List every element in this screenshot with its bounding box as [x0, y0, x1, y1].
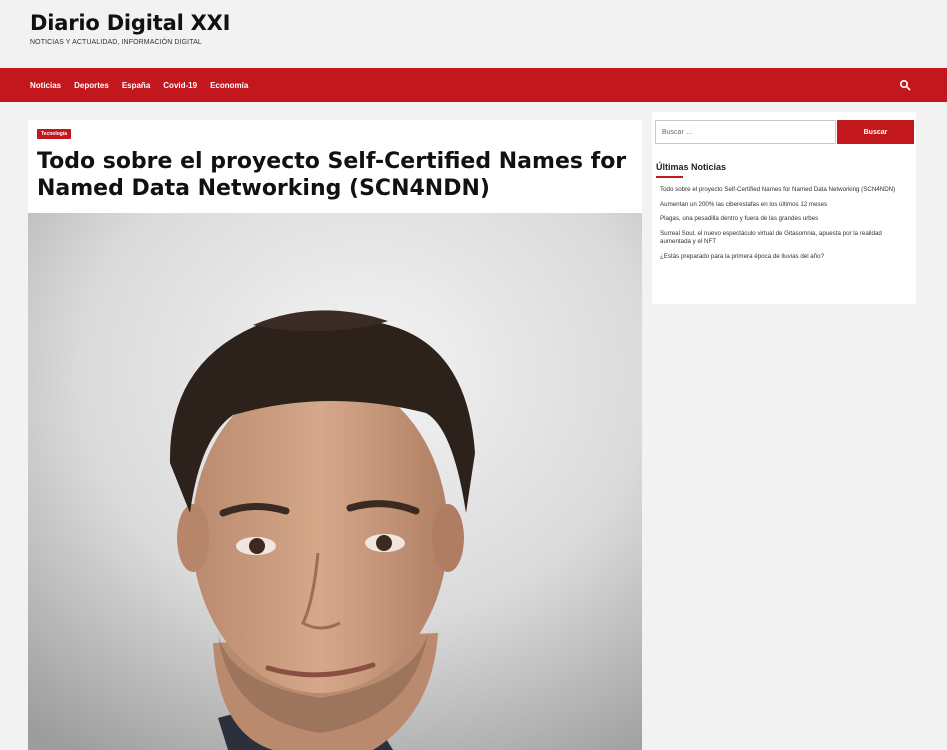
- search-button[interactable]: Buscar: [837, 120, 914, 144]
- article-title: Todo sobre el proyecto Self-Certified Na…: [37, 149, 627, 201]
- nav-item-deportes[interactable]: Deportes: [74, 81, 109, 90]
- search-icon[interactable]: [899, 79, 911, 91]
- sidebar: Buscar Últimas Noticias Todo sobre el pr…: [652, 112, 916, 304]
- main-navigation: Noticias Deportes España Covid-19 Econom…: [0, 68, 947, 102]
- article-header: Tecnología Todo sobre el proyecto Self-C…: [28, 120, 642, 213]
- recent-post-link[interactable]: Todo sobre el proyecto Self-Certified Na…: [660, 186, 905, 195]
- site-title[interactable]: Diario Digital XXI: [30, 11, 230, 35]
- widget-title-underline: [656, 176, 683, 178]
- search-input[interactable]: [655, 120, 836, 144]
- site-header: Diario Digital XXI NOTICIAS Y ACTUALIDAD…: [0, 0, 947, 68]
- nav-item-noticias[interactable]: Noticias: [30, 81, 61, 90]
- nav-item-espana[interactable]: España: [122, 81, 150, 90]
- recent-post-link[interactable]: Surreal Soul, el nuevo espectáculo virtu…: [660, 230, 905, 247]
- recent-post-link[interactable]: ¿Estás preparado para la primera época d…: [660, 253, 905, 262]
- recent-posts-list: Todo sobre el proyecto Self-Certified Na…: [660, 186, 905, 268]
- nav-item-economia[interactable]: Economía: [210, 81, 248, 90]
- article-featured-image: [28, 213, 642, 750]
- recent-posts-title: Últimas Noticias: [656, 162, 727, 172]
- category-badge[interactable]: Tecnología: [37, 129, 72, 139]
- portrait-photo: [28, 213, 642, 750]
- recent-post-link[interactable]: Plagas, una pesadilla dentro y fuera de …: [660, 215, 905, 224]
- recent-post-link[interactable]: Aumentan un 200% las ciberestafas en los…: [660, 201, 905, 210]
- site-tagline: NOTICIAS Y ACTUALIDAD, INFORMACIÓN DIGIT…: [30, 39, 202, 46]
- nav-item-covid-19[interactable]: Covid-19: [163, 81, 197, 90]
